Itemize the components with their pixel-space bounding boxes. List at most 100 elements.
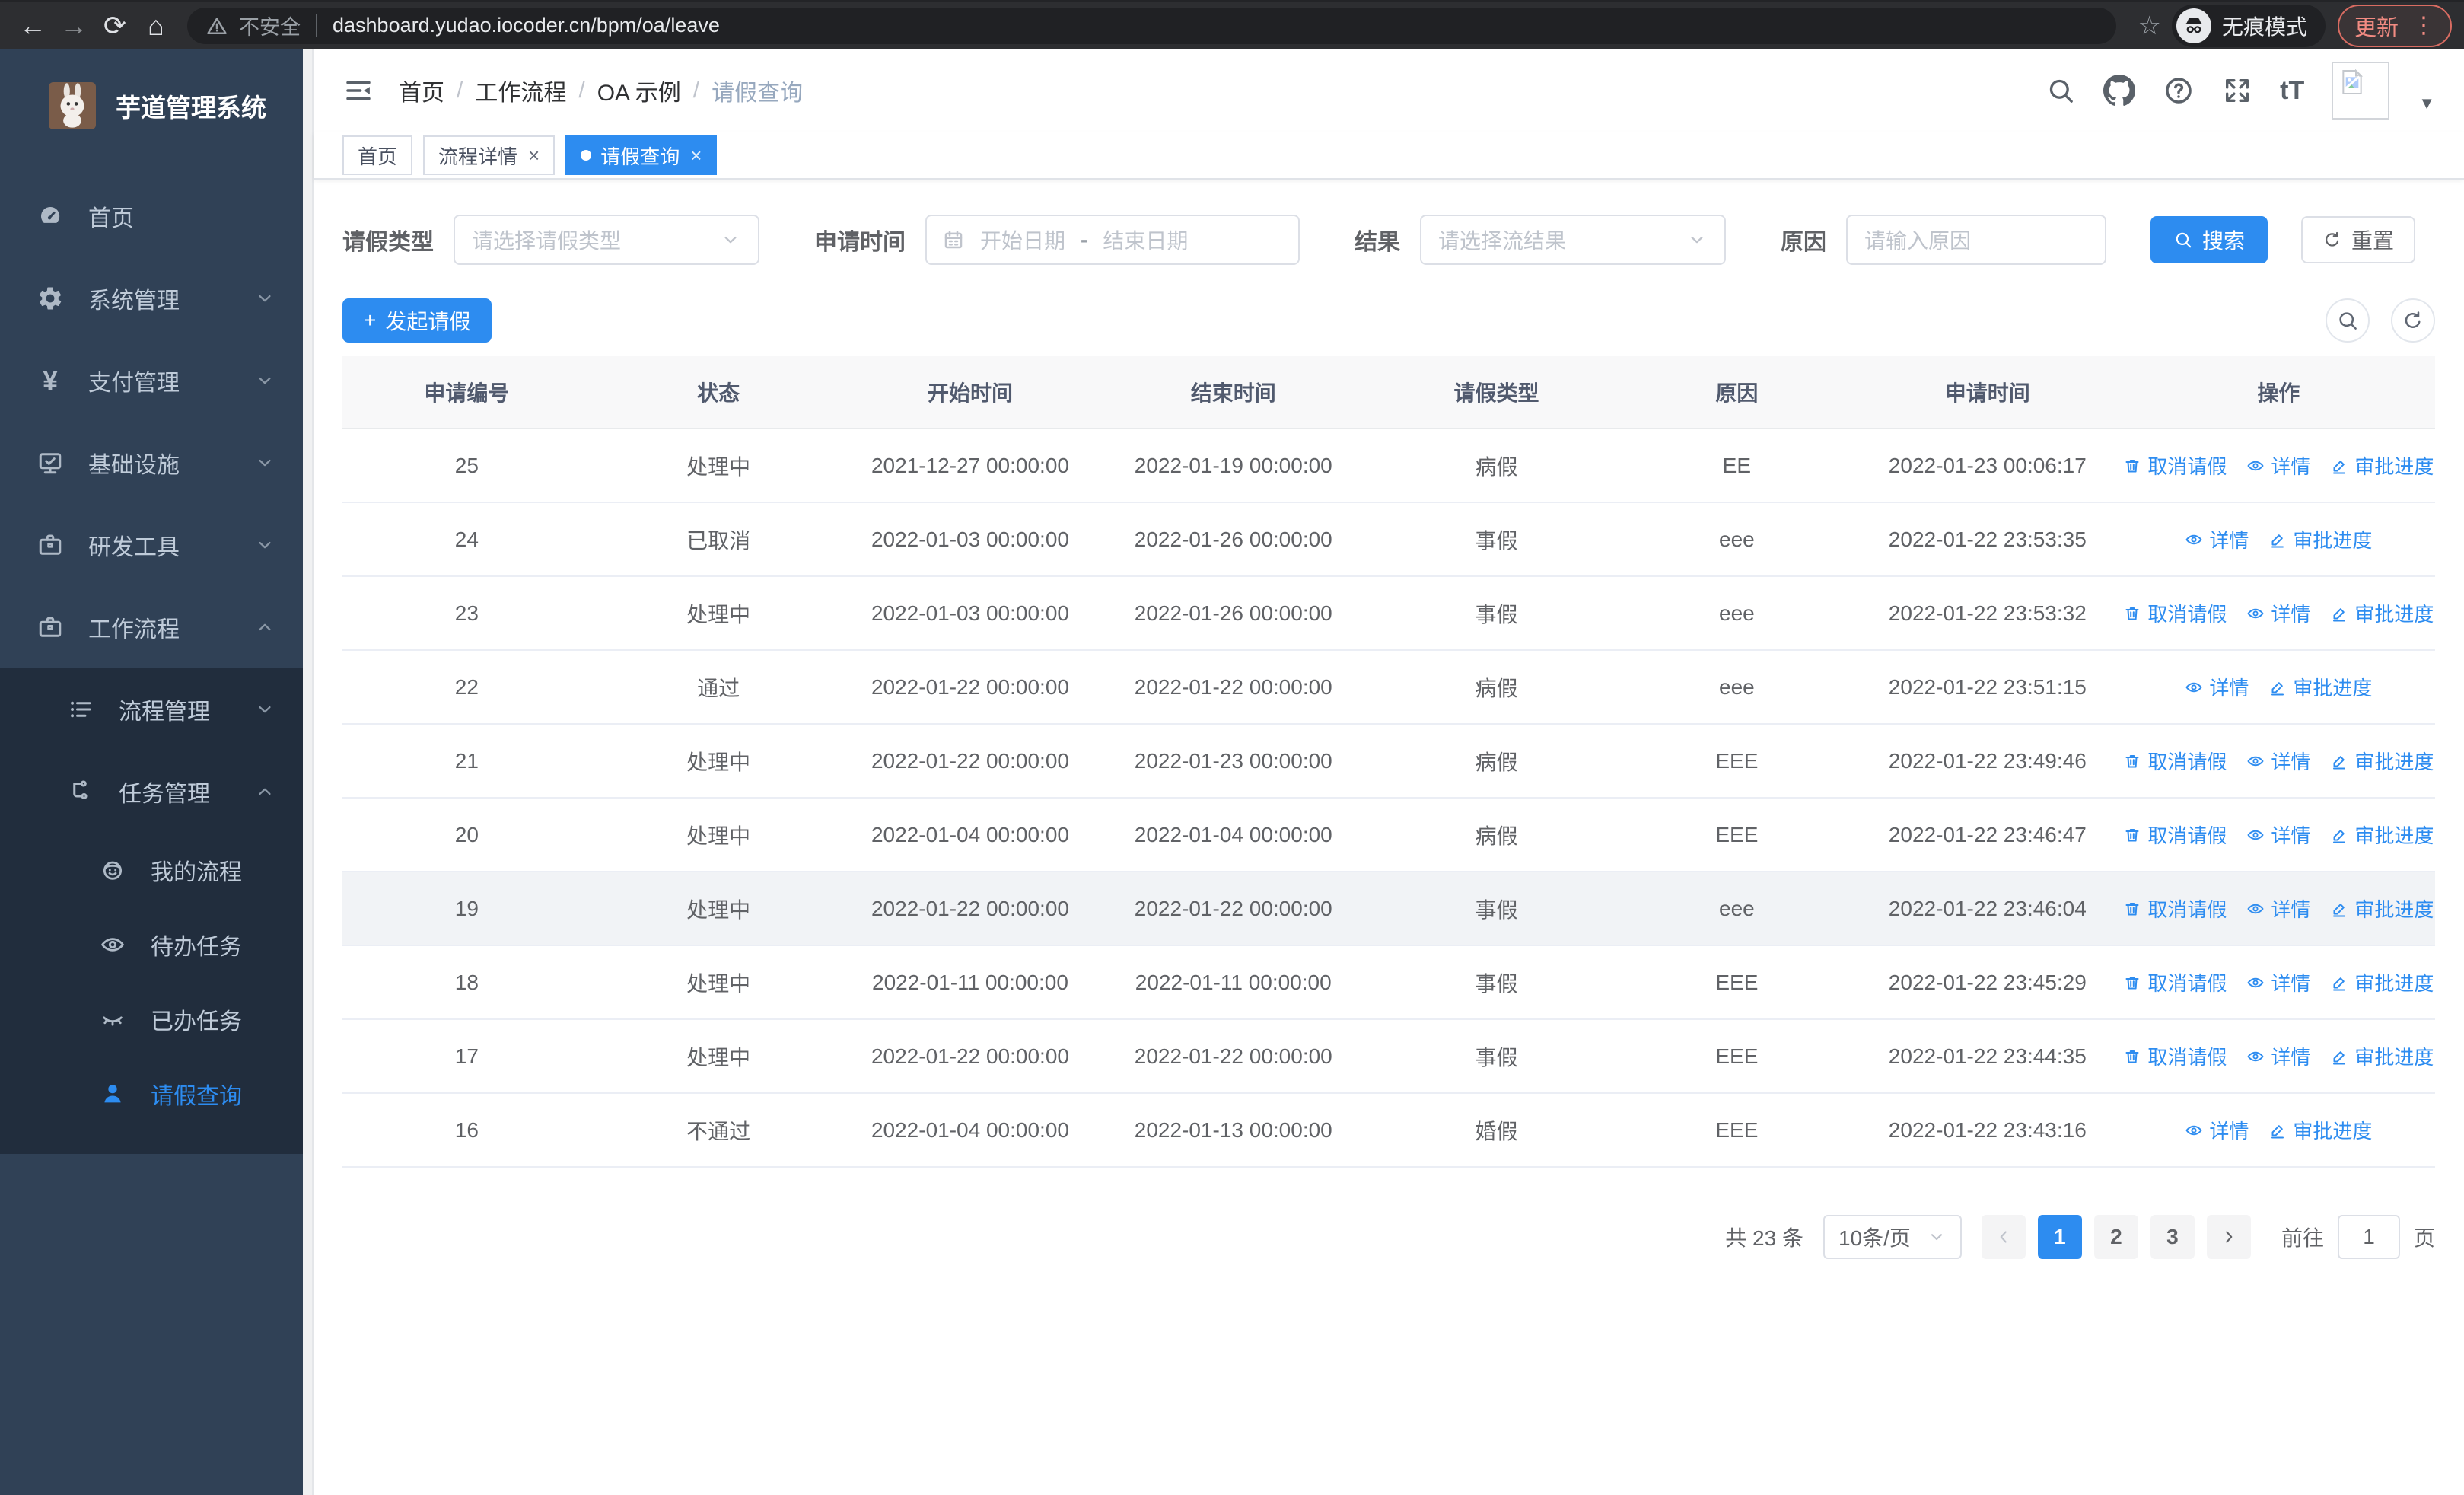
help-icon[interactable] [2163,75,2195,107]
reason-input[interactable]: 请输入原因 [1846,215,2106,265]
detail-action-link[interactable]: 详情 [2246,747,2310,775]
goto-page-input[interactable]: 1 [2337,1215,2400,1259]
sidebar-item-任务管理[interactable]: 任务管理 [0,751,303,833]
avatar[interactable] [2332,62,2390,120]
leave-type-select[interactable]: 请选择请假类型 [454,215,759,265]
fullscreen-icon[interactable] [2222,75,2252,106]
prev-page-button[interactable] [1981,1215,2026,1259]
chevron-up-icon [254,781,275,802]
table-row: 24 已取消 2022-01-03 00:00:00 2022-01-26 00:00… [342,502,2435,577]
browser-home-button[interactable]: ⌂ [135,5,177,46]
reset-button[interactable]: 重置 [2301,216,2416,263]
sidebar-item-待办任务[interactable]: 待办任务 [0,907,303,982]
breadcrumb-item[interactable]: 工作流程 [475,74,566,107]
browser-update-button[interactable]: 更新 ⋮ [2337,4,2452,47]
progress-action-link[interactable]: 审批进度 [2330,599,2434,627]
page-size-select[interactable]: 10条/页 [1823,1215,1962,1259]
close-icon[interactable]: × [528,144,540,167]
tab-首页[interactable]: 首页 [342,135,413,175]
sidebar-scrollbar[interactable] [303,49,314,1495]
topbar: 首页 / 工作流程 / OA 示例 / 请假查询 tT ▼ [314,49,2464,132]
sidebar-item-首页[interactable]: 首页 [0,175,303,257]
cancel-action-link[interactable]: 取消请假 [2123,599,2227,627]
tab-请假查询[interactable]: 请假查询 × [565,135,718,175]
detail-action-link[interactable]: 详情 [2246,599,2310,627]
page-button-3[interactable]: 3 [2150,1215,2195,1259]
sidebar-item-系统管理[interactable]: 系统管理 [0,257,303,339]
cancel-action-link[interactable]: 取消请假 [2123,1042,2227,1070]
cancel-action-link[interactable]: 取消请假 [2123,894,2227,923]
breadcrumb-item[interactable]: OA 示例 [597,74,681,107]
browser-back-button[interactable]: ← [12,5,53,46]
progress-action-link[interactable]: 审批进度 [2330,747,2434,775]
detail-action-link[interactable]: 详情 [2246,451,2310,480]
search-icon[interactable] [2045,75,2076,106]
page-button-2[interactable]: 2 [2093,1215,2138,1259]
breadcrumb-item[interactable]: 首页 [399,74,444,107]
create-leave-button[interactable]: + 发起请假 [342,298,492,343]
cell-type: 事假 [1372,502,1621,577]
action-label: 详情 [2209,677,2249,700]
apply-time-range-picker[interactable]: 开始日期 - 结束日期 [925,215,1300,265]
progress-action-link[interactable]: 审批进度 [2330,451,2434,480]
cell-id: 19 [342,872,591,946]
refresh-table-button[interactable] [2391,298,2435,343]
sidebar-item-我的流程[interactable]: 我的流程 [0,833,303,907]
address-bar[interactable]: 不安全 dashboard.yudao.iocoder.cn/bpm/oa/le… [187,7,2117,44]
detail-action-link[interactable]: 详情 [2246,1042,2310,1070]
sidebar-item-流程管理[interactable]: 流程管理 [0,668,303,751]
create-leave-label: 发起请假 [385,310,471,333]
progress-action-link[interactable]: 审批进度 [2330,1042,2434,1070]
app-title: 芋道管理系统 [116,94,266,122]
filter-form: 请假类型 请选择请假类型 申请时间 开始日期 - 结束日期 结果 请选择流结果 [342,215,2435,265]
calendar-icon [942,228,965,251]
detail-action-link[interactable]: 详情 [2246,894,2310,923]
logo-row[interactable]: 芋道管理系统 [0,49,303,163]
cancel-action-link[interactable]: 取消请假 [2123,451,2227,480]
detail-action-link[interactable]: 详情 [2185,673,2249,701]
sidebar-item-研发工具[interactable]: 研发工具 [0,504,303,586]
close-icon[interactable]: × [690,144,702,167]
apply-time-label: 申请时间 [814,230,906,255]
sidebar-item-支付管理[interactable]: ¥ 支付管理 [0,339,303,422]
result-select[interactable]: 请选择流结果 [1420,215,1726,265]
sidebar-item-基础设施[interactable]: 基础设施 [0,422,303,504]
sidebar-item-已办任务[interactable]: 已办任务 [0,982,303,1057]
table-tools [2326,298,2435,343]
progress-action-link[interactable]: 审批进度 [2268,1116,2372,1144]
tab-流程详情[interactable]: 流程详情 × [423,135,556,175]
bookmark-star-icon[interactable]: ☆ [2138,11,2160,41]
sidebar-item-请假查询[interactable]: 请假查询 [0,1057,303,1131]
github-icon[interactable] [2103,75,2136,107]
chevron-down-icon[interactable]: ▼ [2418,94,2435,113]
cancel-action-link[interactable]: 取消请假 [2123,747,2227,775]
column-header: 结束时间 [1094,356,1373,429]
hide-search-button[interactable] [2326,298,2370,343]
cancel-action-link[interactable]: 取消请假 [2123,968,2227,996]
cancel-action-link[interactable]: 取消请假 [2123,821,2227,849]
sidebar-item-工作流程[interactable]: 工作流程 [0,586,303,668]
detail-action-link[interactable]: 详情 [2246,968,2310,996]
progress-action-link[interactable]: 审批进度 [2330,821,2434,849]
chevron-down-icon [254,288,275,309]
progress-action-link[interactable]: 审批进度 [2268,673,2372,701]
browser-menu-icon[interactable]: ⋮ [2412,12,2435,39]
font-size-icon[interactable]: tT [2280,76,2304,106]
detail-action-link[interactable]: 详情 [2246,821,2310,849]
detail-action-link[interactable]: 详情 [2185,1116,2249,1144]
progress-action-link[interactable]: 审批进度 [2268,525,2372,553]
search-button[interactable]: 搜索 [2150,216,2268,263]
action-label: 审批进度 [2293,529,2373,552]
cell-id: 20 [342,798,591,872]
browser-forward-button[interactable]: → [53,5,94,46]
progress-action-link[interactable]: 审批进度 [2330,894,2434,923]
page-button-1[interactable]: 1 [2037,1215,2082,1259]
detail-action-link[interactable]: 详情 [2185,525,2249,553]
progress-action-link[interactable]: 审批进度 [2330,968,2434,996]
sidebar-fold-icon[interactable] [342,75,374,107]
app-logo [49,82,96,129]
cell-apply_time: 2022-01-22 23:43:16 [1852,1093,2122,1168]
reset-button-label: 重置 [2351,229,2395,253]
next-page-button[interactable] [2206,1215,2251,1259]
browser-reload-button[interactable]: ⟳ [94,5,135,46]
